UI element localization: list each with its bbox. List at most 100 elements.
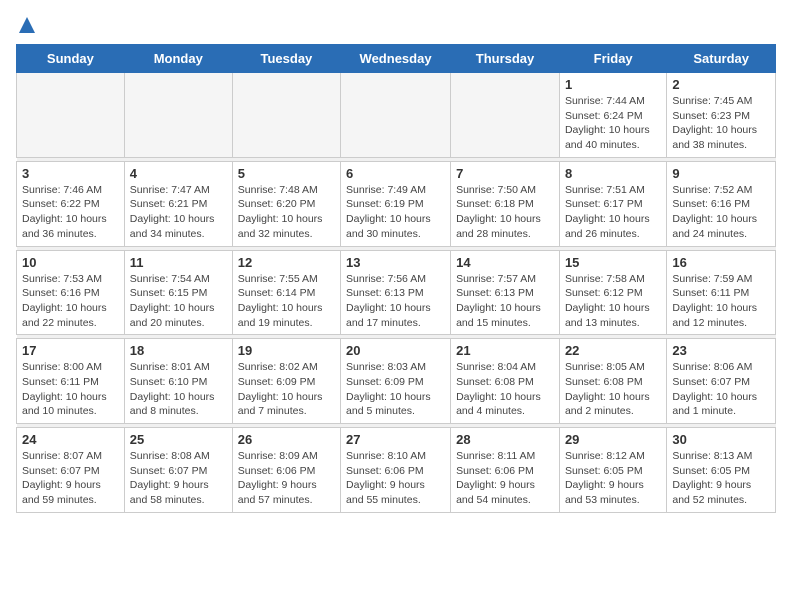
weekday-header: Sunday — [17, 45, 125, 73]
weekday-header: Tuesday — [232, 45, 340, 73]
day-number: 13 — [346, 255, 445, 270]
day-info: Sunrise: 8:05 AMSunset: 6:08 PMDaylight:… — [565, 360, 661, 419]
logo-arrow-icon — [18, 16, 36, 34]
day-number: 14 — [456, 255, 554, 270]
weekday-header: Thursday — [451, 45, 560, 73]
calendar-day-cell: 24 Sunrise: 8:07 AMSunset: 6:07 PMDayligh… — [17, 428, 125, 513]
day-info: Sunrise: 8:04 AMSunset: 6:08 PMDaylight:… — [456, 360, 554, 419]
day-number: 12 — [238, 255, 335, 270]
calendar-day-cell: 8 Sunrise: 7:51 AMSunset: 6:17 PMDaylight… — [559, 161, 666, 246]
weekday-header: Monday — [124, 45, 232, 73]
weekday-header: Friday — [559, 45, 666, 73]
calendar-day-cell: 10 Sunrise: 7:53 AMSunset: 6:16 PMDayligh… — [17, 250, 125, 335]
day-number: 24 — [22, 432, 119, 447]
day-info: Sunrise: 8:11 AMSunset: 6:06 PMDaylight:… — [456, 449, 554, 508]
day-info: Sunrise: 7:50 AMSunset: 6:18 PMDaylight:… — [456, 183, 554, 242]
calendar-day-cell: 1 Sunrise: 7:44 AMSunset: 6:24 PMDaylight… — [559, 73, 666, 158]
day-number: 10 — [22, 255, 119, 270]
weekday-header: Wednesday — [341, 45, 451, 73]
day-number: 3 — [22, 166, 119, 181]
calendar-day-cell: 2 Sunrise: 7:45 AMSunset: 6:23 PMDaylight… — [667, 73, 776, 158]
day-number: 30 — [672, 432, 770, 447]
calendar-day-cell: 5Sunrise: 7:48 AMSunset: 6:20 PMDaylight… — [232, 161, 340, 246]
day-info: Sunrise: 7:58 AMSunset: 6:12 PMDaylight:… — [565, 272, 661, 331]
day-number: 20 — [346, 343, 445, 358]
day-number: 11 — [130, 255, 227, 270]
day-info: Sunrise: 8:09 AMSunset: 6:06 PMDaylight:… — [238, 449, 335, 508]
day-number: 6 — [346, 166, 445, 181]
calendar-day-cell: 29Sunrise: 8:12 AMSunset: 6:05 PMDayligh… — [559, 428, 666, 513]
day-info: Sunrise: 7:44 AMSunset: 6:24 PMDaylight:… — [565, 94, 661, 153]
day-info: Sunrise: 7:54 AMSunset: 6:15 PMDaylight:… — [130, 272, 227, 331]
calendar-day-cell: 11 Sunrise: 7:54 AMSunset: 6:15 PMDayligh… — [124, 250, 232, 335]
calendar-day-cell — [17, 73, 125, 158]
day-info: Sunrise: 8:08 AMSunset: 6:07 PMDaylight:… — [130, 449, 227, 508]
day-info: Sunrise: 7:47 AMSunset: 6:21 PMDaylight:… — [130, 183, 227, 242]
calendar-day-cell: 25 Sunrise: 8:08 AMSunset: 6:07 PMDayligh… — [124, 428, 232, 513]
day-info: Sunrise: 8:10 AMSunset: 6:06 PMDaylight:… — [346, 449, 445, 508]
calendar-day-cell: 14 Sunrise: 7:57 AMSunset: 6:13 PMDayligh… — [451, 250, 560, 335]
calendar-week-row: 24 Sunrise: 8:07 AMSunset: 6:07 PMDayligh… — [17, 428, 776, 513]
day-info: Sunrise: 7:51 AMSunset: 6:17 PMDaylight:… — [565, 183, 661, 242]
calendar-day-cell: 6 Sunrise: 7:49 AMSunset: 6:19 PMDaylight… — [341, 161, 451, 246]
weekday-header: Saturday — [667, 45, 776, 73]
day-number: 25 — [130, 432, 227, 447]
day-info: Sunrise: 7:53 AMSunset: 6:16 PMDaylight:… — [22, 272, 119, 331]
calendar-day-cell: 23Sunrise: 8:06 AMSunset: 6:07 PMDayligh… — [667, 339, 776, 424]
day-info: Sunrise: 7:45 AMSunset: 6:23 PMDaylight:… — [672, 94, 770, 153]
day-number: 2 — [672, 77, 770, 92]
day-number: 21 — [456, 343, 554, 358]
calendar-day-cell: 13 Sunrise: 7:56 AMSunset: 6:13 PMDayligh… — [341, 250, 451, 335]
calendar-day-cell: 15Sunrise: 7:58 AMSunset: 6:12 PMDayligh… — [559, 250, 666, 335]
day-number: 9 — [672, 166, 770, 181]
logo — [16, 20, 36, 34]
day-number: 5 — [238, 166, 335, 181]
calendar-day-cell: 26 Sunrise: 8:09 AMSunset: 6:06 PMDayligh… — [232, 428, 340, 513]
calendar-day-cell: 30 Sunrise: 8:13 AMSunset: 6:05 PMDayligh… — [667, 428, 776, 513]
day-number: 28 — [456, 432, 554, 447]
day-number: 19 — [238, 343, 335, 358]
calendar-week-row: 17Sunrise: 8:00 AMSunset: 6:11 PMDayligh… — [17, 339, 776, 424]
day-number: 1 — [565, 77, 661, 92]
day-info: Sunrise: 8:02 AMSunset: 6:09 PMDaylight:… — [238, 360, 335, 419]
calendar-day-cell: 18 Sunrise: 8:01 AMSunset: 6:10 PMDayligh… — [124, 339, 232, 424]
calendar-week-row: 1 Sunrise: 7:44 AMSunset: 6:24 PMDaylight… — [17, 73, 776, 158]
day-info: Sunrise: 7:46 AMSunset: 6:22 PMDaylight:… — [22, 183, 119, 242]
day-info: Sunrise: 7:59 AMSunset: 6:11 PMDaylight:… — [672, 272, 770, 331]
day-number: 16 — [672, 255, 770, 270]
day-number: 8 — [565, 166, 661, 181]
calendar-day-cell: 22 Sunrise: 8:05 AMSunset: 6:08 PMDayligh… — [559, 339, 666, 424]
day-info: Sunrise: 7:55 AMSunset: 6:14 PMDaylight:… — [238, 272, 335, 331]
calendar: SundayMondayTuesdayWednesdayThursdayFrid… — [16, 44, 776, 513]
calendar-header-row: SundayMondayTuesdayWednesdayThursdayFrid… — [17, 45, 776, 73]
calendar-week-row: 3 Sunrise: 7:46 AMSunset: 6:22 PMDaylight… — [17, 161, 776, 246]
calendar-day-cell: 9 Sunrise: 7:52 AMSunset: 6:16 PMDaylight… — [667, 161, 776, 246]
calendar-day-cell: 4Sunrise: 7:47 AMSunset: 6:21 PMDaylight… — [124, 161, 232, 246]
day-info: Sunrise: 8:03 AMSunset: 6:09 PMDaylight:… — [346, 360, 445, 419]
day-number: 26 — [238, 432, 335, 447]
day-info: Sunrise: 8:00 AMSunset: 6:11 PMDaylight:… — [22, 360, 119, 419]
calendar-day-cell: 20 Sunrise: 8:03 AMSunset: 6:09 PMDayligh… — [341, 339, 451, 424]
day-info: Sunrise: 8:07 AMSunset: 6:07 PMDaylight:… — [22, 449, 119, 508]
calendar-day-cell: 28 Sunrise: 8:11 AMSunset: 6:06 PMDayligh… — [451, 428, 560, 513]
day-number: 27 — [346, 432, 445, 447]
day-info: Sunrise: 7:56 AMSunset: 6:13 PMDaylight:… — [346, 272, 445, 331]
calendar-day-cell: 16 Sunrise: 7:59 AMSunset: 6:11 PMDayligh… — [667, 250, 776, 335]
day-number: 7 — [456, 166, 554, 181]
calendar-day-cell — [451, 73, 560, 158]
calendar-day-cell: 12 Sunrise: 7:55 AMSunset: 6:14 PMDayligh… — [232, 250, 340, 335]
day-info: Sunrise: 7:52 AMSunset: 6:16 PMDaylight:… — [672, 183, 770, 242]
day-number: 18 — [130, 343, 227, 358]
calendar-day-cell: 21 Sunrise: 8:04 AMSunset: 6:08 PMDayligh… — [451, 339, 560, 424]
calendar-day-cell: 17Sunrise: 8:00 AMSunset: 6:11 PMDayligh… — [17, 339, 125, 424]
day-number: 22 — [565, 343, 661, 358]
day-info: Sunrise: 7:57 AMSunset: 6:13 PMDaylight:… — [456, 272, 554, 331]
day-info: Sunrise: 8:12 AMSunset: 6:05 PMDaylight:… — [565, 449, 661, 508]
day-info: Sunrise: 8:13 AMSunset: 6:05 PMDaylight:… — [672, 449, 770, 508]
day-info: Sunrise: 8:01 AMSunset: 6:10 PMDaylight:… — [130, 360, 227, 419]
calendar-week-row: 10 Sunrise: 7:53 AMSunset: 6:16 PMDayligh… — [17, 250, 776, 335]
calendar-day-cell — [232, 73, 340, 158]
calendar-day-cell: 7 Sunrise: 7:50 AMSunset: 6:18 PMDaylight… — [451, 161, 560, 246]
calendar-day-cell — [124, 73, 232, 158]
day-info: Sunrise: 7:49 AMSunset: 6:19 PMDaylight:… — [346, 183, 445, 242]
